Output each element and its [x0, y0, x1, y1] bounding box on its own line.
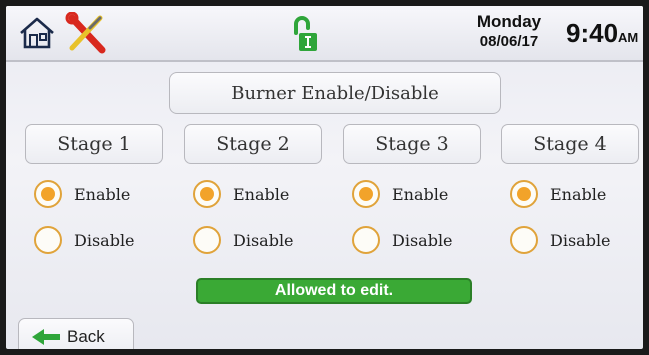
stage-3-button[interactable]: Stage 3 — [343, 124, 481, 164]
stage-1-enable-option[interactable]: Enable — [34, 180, 130, 208]
stage-4-disable-label: Disable — [550, 230, 611, 250]
screen-title-button[interactable]: Burner Enable/Disable — [169, 72, 501, 114]
arrow-left-icon — [32, 329, 60, 345]
stage-3-disable-label: Disable — [392, 230, 453, 250]
stage-2-enable-radio[interactable] — [193, 180, 221, 208]
stage-3-disable-option[interactable]: Disable — [352, 226, 453, 254]
back-button[interactable]: Back — [18, 318, 134, 349]
ampm-label: AM — [618, 30, 639, 45]
tools-icon[interactable] — [64, 12, 108, 56]
top-bar: Monday 08/06/17 9:40AM — [6, 6, 643, 62]
stage-4-enable-option[interactable]: Enable — [510, 180, 606, 208]
clock: 9:40AM — [566, 18, 638, 53]
unlocked-padlock-icon — [294, 16, 317, 51]
stage-1-enable-radio[interactable] — [34, 180, 62, 208]
stage-4-disable-radio[interactable] — [510, 226, 538, 254]
stage-4-disable-option[interactable]: Disable — [510, 226, 611, 254]
home-icon[interactable] — [18, 16, 56, 50]
stage-2-disable-radio[interactable] — [193, 226, 221, 254]
stage-2-enable-label: Enable — [233, 184, 290, 204]
stage-4-enable-label: Enable — [550, 184, 607, 204]
stage-2-disable-label: Disable — [233, 230, 294, 250]
stage-1-disable-label: Disable — [74, 230, 135, 250]
time-value: 9:40 — [566, 18, 619, 48]
stage-1-disable-option[interactable]: Disable — [34, 226, 135, 254]
day-label: Monday — [476, 12, 542, 31]
screen: Monday 08/06/17 9:40AM Burner Enable/Dis… — [6, 6, 643, 349]
stage-4-button[interactable]: Stage 4 — [501, 124, 639, 164]
stage-2-button[interactable]: Stage 2 — [184, 124, 322, 164]
stage-3-enable-radio[interactable] — [352, 180, 380, 208]
stage-2-enable-option[interactable]: Enable — [193, 180, 289, 208]
stage-1-button[interactable]: Stage 1 — [25, 124, 163, 164]
date-label: 08/06/17 — [479, 33, 539, 50]
stage-3-enable-option[interactable]: Enable — [352, 180, 448, 208]
status-banner: Allowed to edit. — [196, 278, 472, 304]
back-label: Back — [67, 327, 105, 346]
stage-1-disable-radio[interactable] — [34, 226, 62, 254]
stage-3-enable-label: Enable — [392, 184, 449, 204]
stage-4-enable-radio[interactable] — [510, 180, 538, 208]
stage-1-enable-label: Enable — [74, 184, 131, 204]
stage-3-disable-radio[interactable] — [352, 226, 380, 254]
stage-2-disable-option[interactable]: Disable — [193, 226, 294, 254]
